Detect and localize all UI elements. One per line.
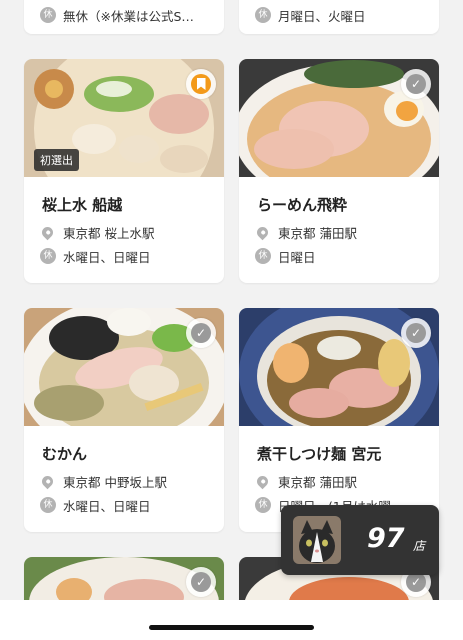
shop-card[interactable]: ✓ 煮干しつけ麺 宮元 東京都 蒲田駅 休 日曜日、(1月は水曜… xyxy=(239,308,439,532)
bookmark-icon xyxy=(191,74,211,94)
location-pin-icon xyxy=(39,224,56,240)
location-row: 東京都 蒲田駅 xyxy=(254,224,357,241)
shop-name: らーめん飛粋 xyxy=(257,196,348,214)
holiday-row: 休 水曜日、日曜日 xyxy=(40,248,151,265)
shop-card[interactable]: ✓ らーめん飛粋 東京都 蒲田駅 休 日曜日 xyxy=(239,59,439,283)
holiday-text: 水曜日、日曜日 xyxy=(63,498,151,514)
cat-avatar xyxy=(293,516,341,564)
holiday-icon: 休 xyxy=(40,248,56,264)
station-text: 東京都 蒲田駅 xyxy=(278,225,357,241)
check-icon: ✓ xyxy=(191,572,211,592)
location-row: 東京都 中野坂上駅 xyxy=(39,473,167,490)
holiday-text: 水曜日、日曜日 xyxy=(63,249,151,265)
visited-button[interactable]: ✓ xyxy=(186,318,216,348)
holiday-icon: 休 xyxy=(40,497,56,513)
shop-name: 煮干しつけ麺 宮元 xyxy=(257,445,382,463)
first-selection-badge: 初選出 xyxy=(34,149,79,171)
holiday-icon: 休 xyxy=(255,248,271,264)
station-text: 東京都 桜上水駅 xyxy=(63,225,155,241)
holiday-text: 日曜日 xyxy=(278,249,316,265)
location-pin-icon xyxy=(254,224,271,240)
bookmark-button[interactable] xyxy=(186,69,216,99)
shop-name: 桜上水 船越 xyxy=(42,196,123,214)
check-icon: ✓ xyxy=(191,323,211,343)
bottom-area xyxy=(0,600,463,640)
station-text: 東京都 中野坂上駅 xyxy=(63,474,167,490)
holiday-text: 無休（※休業は公式S… xyxy=(63,8,194,24)
visited-button[interactable]: ✓ xyxy=(401,318,431,348)
shop-card[interactable]: ✓ むかん 東京都 中野坂上駅 休 水曜日、日曜日 xyxy=(24,308,224,532)
check-icon: ✓ xyxy=(406,323,426,343)
holiday-icon: 休 xyxy=(255,7,271,23)
holiday-row: 休 日曜日 xyxy=(255,248,316,265)
location-row: 東京都 蒲田駅 xyxy=(254,473,357,490)
visited-button[interactable]: ✓ xyxy=(401,69,431,99)
check-icon: ✓ xyxy=(406,74,426,94)
holiday-row: 休 月曜日、火曜日 xyxy=(255,7,366,24)
shop-card-partial[interactable]: 休 無休（※休業は公式S… xyxy=(24,0,224,34)
shop-card[interactable]: 初選出 桜上水 船越 東京都 桜上水駅 休 水曜日、日曜日 xyxy=(24,59,224,283)
check-icon: ✓ xyxy=(406,572,426,592)
holiday-icon: 休 xyxy=(40,7,56,23)
visited-count-unit: 店 xyxy=(413,539,426,553)
location-pin-icon xyxy=(254,473,271,489)
visited-button[interactable]: ✓ xyxy=(186,567,216,597)
holiday-icon: 休 xyxy=(255,497,271,513)
home-indicator[interactable] xyxy=(149,625,314,630)
holiday-text: 月曜日、火曜日 xyxy=(278,8,366,24)
location-pin-icon xyxy=(39,473,56,489)
holiday-row: 休 無休（※休業は公式S… xyxy=(40,7,194,24)
holiday-row: 休 水曜日、日曜日 xyxy=(40,497,151,514)
station-text: 東京都 蒲田駅 xyxy=(278,474,357,490)
location-row: 東京都 桜上水駅 xyxy=(39,224,155,241)
shop-name: むかん xyxy=(42,445,88,463)
visited-count-panel[interactable]: 97 店 xyxy=(281,505,439,575)
shop-card-partial[interactable]: 休 月曜日、火曜日 xyxy=(239,0,439,34)
visited-count: 97 xyxy=(367,523,405,554)
